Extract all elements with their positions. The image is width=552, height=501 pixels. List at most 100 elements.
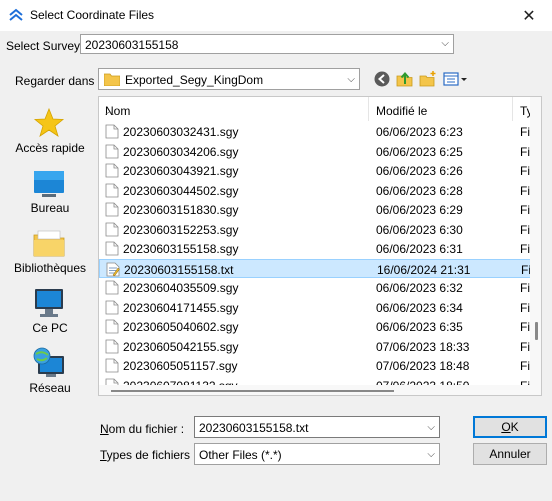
file-row[interactable]: 20230603151830.sgy06/06/2023 6:29Fic: [99, 200, 532, 219]
network-icon: [33, 347, 64, 377]
file-modified: 07/06/2023 18:33: [376, 339, 470, 354]
file-name: 20230603155158.sgy: [123, 242, 239, 256]
file-name: 20230603032431.sgy: [123, 125, 239, 139]
back-icon[interactable]: [373, 70, 391, 88]
place-libraries[interactable]: Bibliothèques: [6, 220, 94, 280]
filename-input[interactable]: 20230603155158.txt ⌵: [194, 416, 440, 438]
filetype-value: Other Files (*.*): [199, 448, 282, 462]
file-icon: [105, 144, 119, 158]
chevron-down-icon: ⌵: [427, 449, 435, 460]
sort-ascending-icon: ︿: [105, 106, 115, 116]
horizontal-scrollbar[interactable]: [99, 385, 531, 395]
file-row[interactable]: 20230603032431.sgy06/06/2023 6:23Fic: [99, 122, 532, 141]
column-header-name[interactable]: Nom ︿: [99, 97, 369, 121]
desktop-icon: [34, 171, 64, 197]
file-modified: 06/06/2023 6:32: [376, 281, 463, 295]
chevron-down-icon: ⌵: [441, 38, 449, 49]
place-quick-access[interactable]: Accès rapide: [6, 100, 94, 160]
folder-icon: [104, 73, 120, 86]
file-modified: 06/06/2023 6:29: [376, 203, 463, 217]
file-name: 20230604035509.sgy: [123, 281, 239, 295]
text-file-icon: [106, 262, 120, 276]
scrollbar-thumb[interactable]: [111, 390, 394, 392]
lookin-label: Regarder dans :: [15, 74, 102, 88]
place-label: Bibliothèques: [13, 261, 87, 275]
vertical-scrollbar[interactable]: [530, 97, 541, 395]
file-name: 20230605042155.sgy: [123, 339, 239, 354]
file-modified: 06/06/2023 6:34: [376, 300, 463, 315]
file-icon: [105, 222, 119, 236]
file-row[interactable]: 20230603034206.sgy06/06/2023 6:25Fic: [99, 142, 532, 161]
up-folder-icon[interactable]: [396, 70, 414, 88]
file-icon: [105, 241, 119, 256]
ok-button[interactable]: OK: [473, 416, 547, 438]
close-button[interactable]: ✕: [506, 0, 552, 31]
column-header-modified[interactable]: Modifié le: [370, 97, 513, 121]
close-icon: ✕: [522, 7, 536, 25]
place-label: Réseau: [29, 381, 71, 395]
chevron-down-icon[interactable]: ⌵: [427, 422, 435, 433]
file-name: 20230603044502.sgy: [123, 183, 239, 198]
file-modified: 06/06/2023 6:31: [376, 242, 463, 256]
file-row[interactable]: 20230605042155.sgy07/06/2023 18:33Fic: [99, 337, 532, 356]
window-title: Select Coordinate Files: [30, 8, 155, 22]
file-icon: [105, 163, 119, 178]
lookin-select[interactable]: Exported_Segy_KingDom ⌵: [98, 68, 360, 90]
survey-select[interactable]: 20230603155158 ⌵: [80, 34, 454, 54]
file-row[interactable]: 20230603043921.sgy06/06/2023 6:26Fic: [99, 161, 532, 180]
app-icon: [9, 8, 23, 21]
place-desktop[interactable]: Bureau: [6, 160, 94, 220]
file-name: 20230603151830.sgy: [123, 203, 239, 217]
file-row[interactable]: 20230605040602.sgy06/06/2023 6:35Fic: [99, 317, 532, 336]
file-modified: 06/06/2023 6:35: [376, 320, 463, 334]
file-row[interactable]: 20230603044502.sgy06/06/2023 6:28Fic: [99, 181, 532, 200]
file-name: 20230603043921.sgy: [123, 164, 239, 178]
file-modified: 16/06/2024 21:31: [377, 262, 471, 277]
filetype-label: Types de fichiers :: [100, 448, 197, 462]
file-row[interactable]: 20230603152253.sgy06/06/2023 6:30Fic: [99, 220, 532, 239]
file-modified: 06/06/2023 6:30: [376, 222, 463, 237]
survey-label: Select Survey: [6, 39, 81, 53]
column-label: Modifié le: [376, 104, 428, 118]
file-name: 20230603034206.sgy: [123, 144, 239, 159]
view-menu-icon[interactable]: [443, 70, 469, 88]
filetype-select[interactable]: Other Files (*.*) ⌵: [194, 443, 440, 465]
file-icon: [105, 124, 119, 139]
file-name: 20230605040602.sgy: [123, 320, 239, 334]
lookin-value: Exported_Segy_KingDom: [125, 73, 264, 87]
libraries-icon: [33, 230, 65, 257]
file-modified: 06/06/2023 6:23: [376, 125, 463, 139]
file-icon: [105, 358, 119, 373]
file-row[interactable]: 20230604171455.sgy06/06/2023 6:34Fic: [99, 298, 532, 317]
title-bar: Select Coordinate Files ✕: [0, 0, 552, 31]
survey-value: 20230603155158: [85, 38, 179, 52]
file-modified: 06/06/2023 6:28: [376, 183, 463, 198]
scrollbar-thumb[interactable]: [535, 322, 538, 340]
cancel-button[interactable]: Annuler: [473, 443, 547, 465]
file-row[interactable]: 20230603155158.txt16/06/2024 21:31Fic: [99, 258, 533, 278]
file-row[interactable]: 20230604035509.sgy06/06/2023 6:32Fic: [99, 278, 532, 297]
file-icon: [105, 202, 119, 217]
place-network[interactable]: Réseau: [6, 340, 94, 400]
file-name: 20230603152253.sgy: [123, 222, 239, 237]
file-modified: 06/06/2023 6:26: [376, 164, 463, 178]
place-label: Accès rapide: [15, 141, 85, 155]
file-name: 20230605051157.sgy: [123, 359, 238, 373]
filename-value: 20230603155158.txt: [199, 421, 309, 435]
place-this-pc[interactable]: Ce PC: [6, 280, 94, 340]
file-icon: [105, 183, 119, 197]
file-row[interactable]: 20230603155158.sgy06/06/2023 6:31Fic: [99, 239, 532, 258]
file-list[interactable]: Nom ︿ Modifié le Ty 20230603032431.sgy 06…: [98, 96, 542, 396]
new-folder-icon[interactable]: [419, 70, 437, 88]
file-name: 20230603155158.txt: [124, 262, 234, 277]
file-modified: 06/06/2023 6:25: [376, 144, 463, 159]
place-label: Bureau: [30, 201, 70, 215]
filename-label: Nom du fichier :: [100, 422, 185, 436]
star-icon: [33, 107, 65, 137]
file-modified: 07/06/2023 18:48: [376, 359, 470, 373]
file-name: 20230604171455.sgy: [123, 300, 239, 315]
file-icon: [105, 339, 119, 353]
file-row[interactable]: 20230605051157.sgy07/06/2023 18:48Fic: [99, 356, 532, 375]
computer-icon: [35, 289, 63, 317]
file-icon: [105, 319, 119, 334]
